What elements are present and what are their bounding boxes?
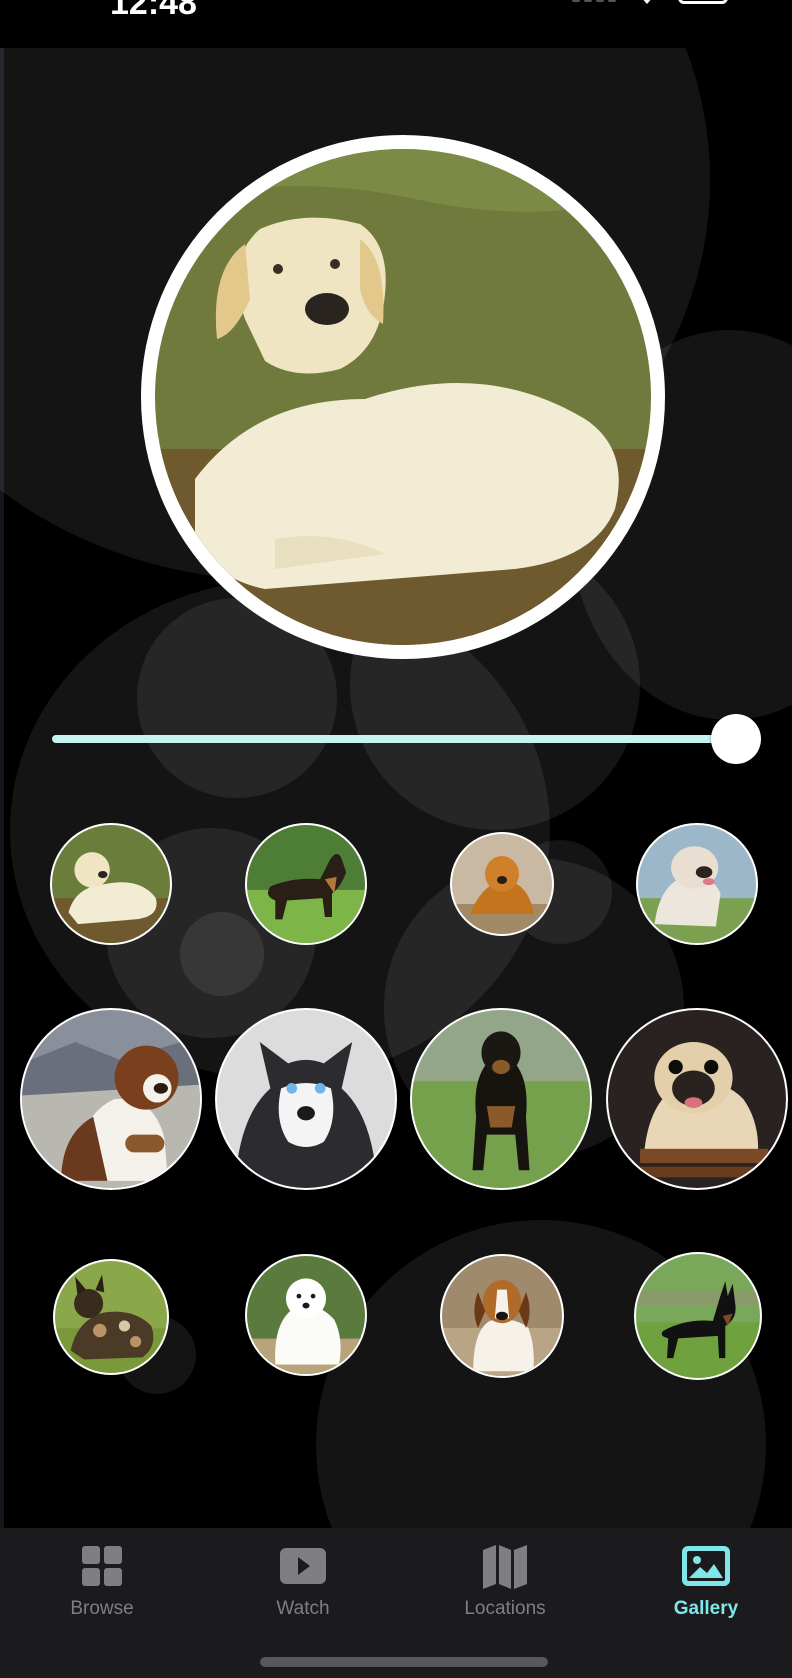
thumbnail-golden-retriever[interactable] bbox=[450, 832, 554, 936]
slider-track[interactable] bbox=[52, 735, 734, 743]
tab-gallery[interactable]: Gallery bbox=[607, 1540, 792, 1650]
tab-gallery-label: Gallery bbox=[673, 1598, 739, 1619]
tab-browse[interactable]: Browse bbox=[3, 1540, 201, 1650]
photo-icon bbox=[682, 1546, 730, 1586]
thumbnail-african-wild-dog[interactable] bbox=[53, 1259, 169, 1375]
tab-locations-label: Locations bbox=[464, 1598, 546, 1619]
thumbnail-english-bulldog[interactable] bbox=[636, 823, 758, 945]
size-slider[interactable] bbox=[52, 714, 761, 764]
thumbnail-saint-bernard[interactable] bbox=[20, 1008, 202, 1190]
status-bar: 12:48 bbox=[0, 0, 792, 48]
thumbnail-rottweiler[interactable] bbox=[410, 1008, 592, 1190]
thumbnail-samoyed[interactable] bbox=[245, 1254, 367, 1376]
battery-icon bbox=[678, 0, 728, 4]
thumbnail-german-shepherd[interactable] bbox=[245, 823, 367, 945]
tab-watch[interactable]: Watch bbox=[204, 1540, 402, 1650]
hero-photo-frame[interactable] bbox=[141, 135, 665, 659]
grid-icon bbox=[82, 1546, 122, 1586]
home-indicator[interactable] bbox=[260, 1657, 548, 1667]
tab-locations[interactable]: Locations bbox=[406, 1540, 604, 1650]
thumbnail-doberman[interactable] bbox=[634, 1252, 762, 1380]
gallery-screen: 12:48 Browse Watch Locations Gallery bbox=[0, 0, 792, 1678]
thumbnail-siberian-husky[interactable] bbox=[215, 1008, 397, 1190]
tab-browse-label: Browse bbox=[70, 1598, 134, 1619]
hero-dog-photo bbox=[155, 149, 651, 645]
thumbnail-beagle[interactable] bbox=[440, 1254, 564, 1378]
map-icon bbox=[483, 1545, 527, 1589]
thumbnail-pug[interactable] bbox=[606, 1008, 788, 1190]
wifi-icon bbox=[643, 0, 651, 4]
thumbnail-labrador-retriever[interactable] bbox=[50, 823, 172, 945]
status-time: 12:48 bbox=[110, 0, 197, 22]
tab-watch-label: Watch bbox=[276, 1598, 330, 1619]
tab-bar: Browse Watch Locations Gallery bbox=[0, 1528, 792, 1678]
play-icon bbox=[280, 1548, 326, 1584]
cellular-signal-icon bbox=[572, 0, 616, 2]
background-bubble bbox=[180, 912, 264, 996]
slider-thumb[interactable] bbox=[711, 714, 761, 764]
